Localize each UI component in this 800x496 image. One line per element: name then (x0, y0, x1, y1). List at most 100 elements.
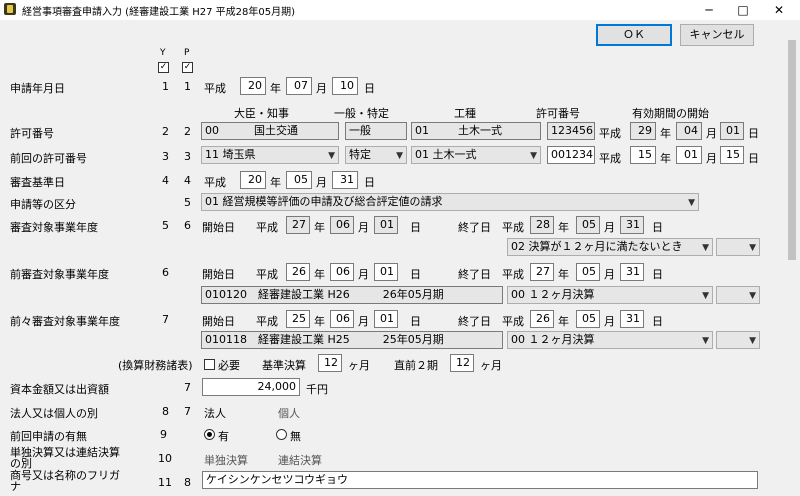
prev2-start-year-input[interactable]: 25 (286, 310, 310, 328)
prev-minister-select[interactable]: 11 埼玉県 ▼ (201, 146, 339, 164)
era-label: 平成 (256, 268, 278, 281)
kind-code: 01 (415, 124, 429, 137)
minimize-button[interactable]: ─ (694, 0, 724, 20)
months-unit: ヶ月 (480, 359, 502, 372)
end-date-label: 終了日 (458, 221, 491, 234)
target-end-day-field[interactable]: 31 (620, 216, 644, 234)
prev-start-month-input[interactable]: 06 (330, 263, 354, 281)
entity-label: 法人又は個人の別 (10, 407, 98, 420)
prev2-start-day-input[interactable]: 01 (374, 310, 398, 328)
target-start-month-field[interactable]: 06 (330, 216, 354, 234)
target-start-year-field[interactable]: 27 (286, 216, 310, 234)
permit-number-field[interactable]: 123456 (547, 122, 595, 140)
capital-input[interactable]: 24,000 (202, 378, 300, 396)
months-unit: ヶ月 (348, 359, 370, 372)
permit-y: 2 (162, 125, 169, 138)
prev-permit-year-input[interactable]: 15 (630, 146, 656, 164)
prev2-end-year-input[interactable]: 26 (530, 310, 554, 328)
prev-permit-month-input[interactable]: 01 (676, 146, 702, 164)
prev2-company-field[interactable]: 010118 経審建設工業 H25 25年05月期 (201, 331, 503, 349)
application-year-input[interactable]: 20 (240, 77, 266, 95)
permit-kind-field[interactable]: 01 土木一式 (411, 122, 541, 140)
year-unit: 年 (660, 152, 671, 165)
prev-end-day-input[interactable]: 31 (620, 263, 644, 281)
permit-general-field[interactable]: 一般 (345, 122, 407, 140)
recent-two-input[interactable]: 12 (450, 354, 474, 372)
day-unit: 日 (652, 221, 663, 234)
scrollbar-thumb[interactable] (788, 40, 796, 260)
application-type-select[interactable]: 01 経営規模等評価の申請及び総合評定値の請求 ▼ (201, 193, 699, 211)
era-label: 平成 (502, 221, 524, 234)
application-type-label: 申請等の区分 (10, 198, 76, 211)
prev2-end-month-input[interactable]: 05 (576, 310, 600, 328)
conversion-label: (換算財務諸表) (118, 359, 193, 372)
target-start-day-field[interactable]: 01 (374, 216, 398, 234)
era-label: 平成 (502, 315, 524, 328)
chevron-down-icon: ▼ (702, 336, 709, 346)
year-unit: 年 (270, 176, 281, 189)
furigana-input[interactable]: ケイシンケンセツコウギョウ (202, 471, 758, 489)
prev-year-y: 6 (162, 266, 169, 279)
prev-application-yes-radio[interactable] (204, 429, 215, 440)
prev-company-field[interactable]: 010120 経審建設工業 H26 26年05月期 (201, 286, 503, 304)
close-button[interactable]: ✕ (764, 0, 794, 20)
day-unit: 日 (410, 221, 421, 234)
review-day-input[interactable]: 31 (332, 171, 358, 189)
prev-start-year-input[interactable]: 26 (286, 263, 310, 281)
entity-y: 8 (162, 405, 169, 418)
conversion-required-checkbox[interactable] (204, 359, 215, 370)
application-month-input[interactable]: 07 (286, 77, 312, 95)
prev-permit-number-input[interactable]: 001234 (547, 146, 595, 164)
entity-p: 7 (184, 405, 191, 418)
day-unit: 日 (652, 315, 663, 328)
prev-end-month-input[interactable]: 05 (576, 263, 600, 281)
p-header: P (184, 48, 190, 58)
permit-day-field[interactable]: 01 (720, 122, 744, 140)
ok-button[interactable]: ＯＫ (596, 24, 672, 46)
application-day-input[interactable]: 10 (332, 77, 358, 95)
chevron-down-icon: ▼ (749, 243, 756, 253)
consolidated-label: 単独決算又は連結決算の別 (10, 446, 120, 470)
maximize-button[interactable]: □ (728, 0, 758, 20)
target-year-p: 6 (184, 219, 191, 232)
chevron-down-icon: ▼ (530, 151, 537, 161)
prev-extra-select[interactable]: ▼ (716, 286, 760, 304)
target-extra-select[interactable]: ▼ (716, 238, 760, 256)
end-date-label: 終了日 (458, 315, 491, 328)
permit-minister-field[interactable]: 00 国土交通 (201, 122, 339, 140)
individual-label: 個人 (278, 407, 300, 420)
permit-month-field[interactable]: 04 (676, 122, 702, 140)
prev-kind-select[interactable]: 01 土木一式 ▼ (411, 146, 541, 164)
prev2-settlement-select[interactable]: 00 １２ヶ月決算 ▼ (507, 331, 713, 349)
prev-start-day-input[interactable]: 01 (374, 263, 398, 281)
prev-permit-day-input[interactable]: 15 (720, 146, 744, 164)
target-settlement-select[interactable]: 02 決算が１２ヶ月に満たないとき ▼ (507, 238, 713, 256)
prev2-end-day-input[interactable]: 31 (620, 310, 644, 328)
capital-unit: 千円 (306, 383, 328, 396)
base-settlement-label: 基準決算 (262, 359, 306, 372)
target-end-year-field[interactable]: 28 (530, 216, 554, 234)
prev-settlement-select[interactable]: 00 １２ヶ月決算 ▼ (507, 286, 713, 304)
day-unit: 日 (364, 82, 375, 95)
target-year-label: 審査対象事業年度 (10, 221, 98, 234)
day-unit: 日 (410, 315, 421, 328)
cancel-button[interactable]: キャンセル (680, 24, 754, 46)
prev2-extra-select[interactable]: ▼ (716, 331, 760, 349)
review-month-input[interactable]: 05 (286, 171, 312, 189)
p-checkbox[interactable]: ✓ (182, 62, 193, 73)
prev-general-select[interactable]: 特定 ▼ (345, 146, 407, 164)
y-checkbox[interactable]: ✓ (158, 62, 169, 73)
review-year-input[interactable]: 20 (240, 171, 266, 189)
application-date-p: 1 (184, 80, 191, 93)
chevron-down-icon: ▼ (688, 198, 695, 208)
prev-application-yes-label: 有 (218, 430, 229, 443)
target-end-month-field[interactable]: 05 (576, 216, 600, 234)
prev-end-year-input[interactable]: 27 (530, 263, 554, 281)
header-general: 一般・特定 (334, 107, 389, 120)
prev-application-no-radio[interactable] (276, 429, 287, 440)
era-label: 平成 (502, 268, 524, 281)
permit-year-field[interactable]: 29 (630, 122, 656, 140)
era-label: 平成 (599, 152, 621, 165)
prev2-start-month-input[interactable]: 06 (330, 310, 354, 328)
base-settlement-input[interactable]: 12 (318, 354, 342, 372)
